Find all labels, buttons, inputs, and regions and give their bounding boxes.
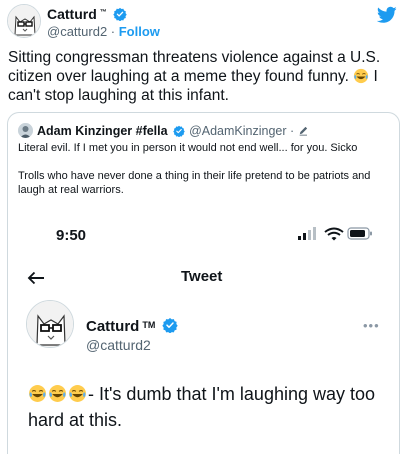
tears-of-joy-emoji-icon xyxy=(354,68,369,84)
signal-icon xyxy=(298,227,316,240)
screenshot-author-handle: @catturd2 xyxy=(86,337,151,353)
tears-of-joy-emoji-icon xyxy=(69,385,86,402)
follow-button[interactable]: Follow xyxy=(119,24,160,39)
tears-of-joy-emoji-icon xyxy=(49,385,66,402)
author-handle[interactable]: @catturd2 xyxy=(47,24,107,39)
quoted-handle-separator: · xyxy=(286,124,298,138)
tweet-text: Sitting congressman threatens violence a… xyxy=(8,48,400,105)
screenshot-tweet-text: - It's dumb that I'm laughing way too ha… xyxy=(28,381,383,433)
person-avatar-icon xyxy=(18,123,33,138)
screenshot-verified-badge-icon xyxy=(161,318,178,333)
quoted-verified-badge-icon xyxy=(173,125,185,137)
back-arrow-icon xyxy=(27,271,44,285)
author-name[interactable]: Catturd xyxy=(47,6,97,22)
twitter-bird-icon[interactable] xyxy=(377,6,397,24)
tweet-card: Catturd ™ @catturd2 · Follow Sitting cong… xyxy=(0,0,407,454)
tears-of-joy-emoji-icon xyxy=(29,385,46,402)
screenshot-author-name-row: Catturd TM xyxy=(86,317,178,335)
author-avatar[interactable] xyxy=(7,4,41,38)
quoted-text-line-1: Literal evil. If I met you in person it … xyxy=(18,142,358,154)
author-tm: ™ xyxy=(99,9,107,16)
quoted-header: Adam Kinzinger #fella @AdamKinzinger · xyxy=(18,123,309,138)
quoted-text-line-2: Trolls who have never done a thing in th… xyxy=(18,170,371,196)
cat-avatar-icon xyxy=(8,5,40,37)
quoted-author-avatar xyxy=(18,123,33,138)
status-icons xyxy=(298,227,372,241)
quoted-author-name: Adam Kinzinger #fella xyxy=(37,124,168,138)
handle-separator: · xyxy=(107,24,119,39)
screenshot-author-avatar xyxy=(26,300,74,348)
screenshot-title: Tweet xyxy=(181,268,223,285)
battery-icon xyxy=(347,227,372,240)
screenshot-author-tm: TM xyxy=(142,320,156,330)
more-icon: ••• xyxy=(363,318,380,333)
pencil-icon xyxy=(299,126,307,136)
quoted-author-handle: @AdamKinzinger xyxy=(189,124,287,138)
author-name-row[interactable]: Catturd ™ xyxy=(47,6,127,22)
cat-avatar-icon xyxy=(27,301,73,347)
screenshot-author-name: Catturd xyxy=(86,318,140,335)
status-time: 9:50 xyxy=(56,227,87,244)
wifi-icon xyxy=(324,227,344,241)
verified-badge-icon xyxy=(112,7,127,21)
tweet-text-part-1: Sitting congressman threatens violence a… xyxy=(8,49,381,85)
author-handle-row: @catturd2 · Follow xyxy=(47,24,160,39)
